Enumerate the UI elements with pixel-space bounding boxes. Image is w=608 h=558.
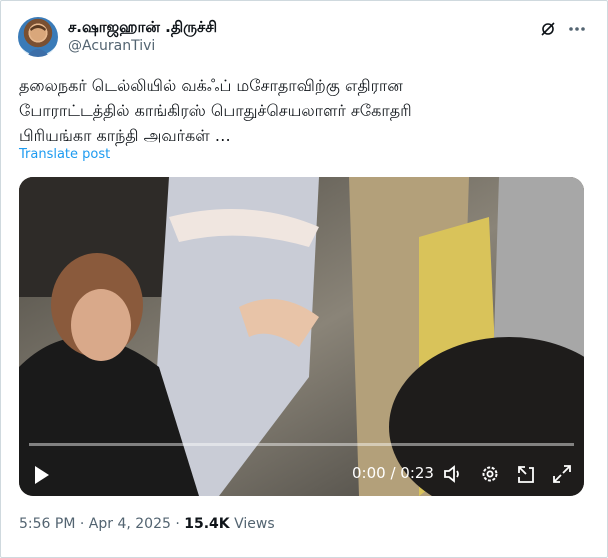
views-label: Views bbox=[234, 516, 275, 532]
translate-link[interactable]: Translate post bbox=[19, 147, 110, 162]
video-frame bbox=[19, 177, 584, 496]
video-player[interactable]: 0:00 / 0:23 bbox=[19, 177, 584, 496]
more-icon[interactable] bbox=[567, 20, 587, 38]
post-date[interactable]: Apr 4, 2025 bbox=[89, 516, 171, 532]
avatar[interactable] bbox=[18, 17, 58, 57]
play-icon[interactable] bbox=[33, 465, 51, 485]
tweet-meta: 5:56 PM · Apr 4, 2025 · 15.4K Views bbox=[19, 516, 275, 532]
pip-icon[interactable] bbox=[516, 464, 536, 484]
tweet-text: தலைநகர் டெல்லியில் வக்ஃப் மசோதாவிற்கு எத… bbox=[19, 76, 412, 145]
grok-icon[interactable] bbox=[539, 20, 557, 38]
fullscreen-icon[interactable] bbox=[552, 464, 572, 484]
views-count: 15.4K bbox=[184, 516, 230, 532]
avatar-image bbox=[26, 25, 50, 57]
meta-separator: · bbox=[79, 516, 85, 532]
post-time[interactable]: 5:56 PM bbox=[19, 516, 75, 532]
settings-icon[interactable] bbox=[480, 464, 500, 484]
meta-separator-2: · bbox=[175, 516, 180, 532]
video-progress-bar[interactable] bbox=[29, 443, 574, 446]
video-time: 0:00 / 0:23 bbox=[352, 464, 434, 482]
display-name[interactable]: ச.ஷாஜஹான் .திருச்சி bbox=[68, 18, 217, 38]
tweet-card: ச.ஷாஜஹான் .திருச்சி @AcuranTivi தலைநகர் … bbox=[0, 0, 608, 558]
user-handle[interactable]: @AcuranTivi bbox=[68, 38, 155, 54]
volume-icon[interactable] bbox=[443, 464, 463, 484]
